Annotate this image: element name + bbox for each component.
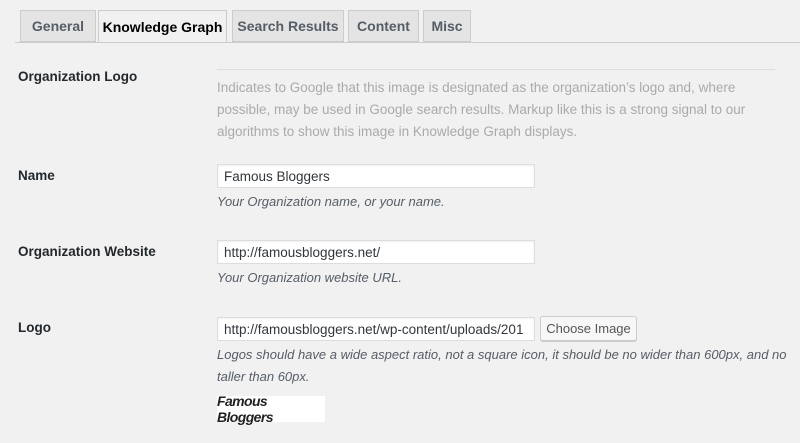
logo-url-input[interactable]: [217, 317, 535, 341]
tab-misc[interactable]: Misc: [423, 10, 471, 42]
organization-logo-description: Indicates to Google that this image is d…: [217, 80, 746, 139]
section-divider: [217, 69, 775, 70]
tab-knowledge-graph[interactable]: Knowledge Graph: [98, 10, 227, 43]
choose-image-button[interactable]: Choose Image: [540, 316, 637, 341]
name-help-text: Your Organization name, or your name.: [217, 194, 445, 209]
name-label: Name: [18, 168, 55, 183]
organization-website-label: Organization Website: [18, 244, 156, 259]
tab-general[interactable]: General: [20, 10, 96, 42]
organization-website-help-text: Your Organization website URL.: [217, 270, 402, 285]
tab-content[interactable]: Content: [348, 10, 419, 42]
tab-search-results[interactable]: Search Results: [232, 10, 344, 42]
logo-label: Logo: [18, 320, 51, 335]
settings-tabs: General Knowledge Graph Search Results C…: [0, 0, 800, 43]
name-input[interactable]: [217, 164, 535, 188]
logo-preview-wordmark: Famous Bloggers: [217, 393, 273, 425]
logo-preview-image: Famous Bloggers: [217, 393, 325, 425]
organization-logo-label: Organization Logo: [18, 69, 138, 84]
organization-website-input[interactable]: [217, 240, 535, 264]
logo-help-text: Logos should have a wide aspect ratio, n…: [217, 347, 787, 384]
tabs-divider: [15, 42, 800, 43]
